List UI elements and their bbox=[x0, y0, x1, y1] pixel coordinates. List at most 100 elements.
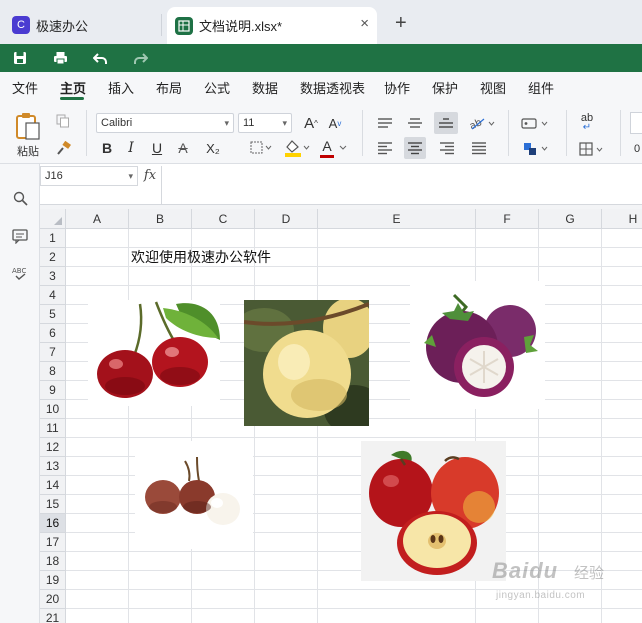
tab-components[interactable]: 组件 bbox=[528, 78, 554, 97]
tab-view[interactable]: 视图 bbox=[480, 78, 506, 97]
paste-icon[interactable] bbox=[12, 110, 44, 142]
row-header[interactable]: 12 bbox=[40, 438, 66, 457]
apples-image[interactable] bbox=[361, 441, 506, 581]
row-header[interactable]: 5 bbox=[40, 305, 66, 324]
tab-insert[interactable]: 插入 bbox=[108, 78, 134, 97]
subscript-button[interactable]: X₂ bbox=[200, 138, 226, 158]
align-left-icon[interactable] bbox=[374, 138, 396, 158]
row-header[interactable]: 20 bbox=[40, 590, 66, 609]
column-header-a[interactable]: A bbox=[66, 209, 129, 229]
tab-document[interactable]: 文档说明.xlsx* × bbox=[167, 7, 377, 44]
left-sidebar: ABC bbox=[0, 164, 40, 623]
underline-button[interactable]: U bbox=[148, 138, 166, 158]
format-painter-icon[interactable] bbox=[54, 140, 72, 158]
align-top-icon[interactable] bbox=[374, 113, 396, 133]
row-header[interactable]: 18 bbox=[40, 552, 66, 571]
align-bottom-icon[interactable] bbox=[434, 112, 458, 134]
row-header-active[interactable]: 16 bbox=[40, 514, 66, 533]
insert-function-button[interactable]: fx bbox=[140, 166, 160, 186]
new-tab-button[interactable]: + bbox=[395, 12, 407, 35]
strikethrough-button[interactable]: A bbox=[174, 138, 192, 158]
font-color-button[interactable]: A bbox=[318, 137, 348, 159]
column-header-d[interactable]: D bbox=[255, 209, 318, 229]
print-icon[interactable] bbox=[50, 48, 70, 68]
row-header[interactable]: 14 bbox=[40, 476, 66, 495]
justify-icon[interactable] bbox=[468, 138, 490, 158]
number-format-icon[interactable] bbox=[518, 112, 552, 134]
row-header[interactable]: 9 bbox=[40, 381, 66, 400]
name-box[interactable]: J16 ▾ bbox=[40, 166, 138, 186]
save-icon[interactable] bbox=[10, 48, 30, 68]
row-header[interactable]: 19 bbox=[40, 571, 66, 590]
lychee-image[interactable] bbox=[135, 441, 253, 549]
tab-home[interactable]: 主页 bbox=[60, 78, 86, 97]
font-name-select[interactable]: Calibri ▾ bbox=[96, 113, 234, 133]
tab-collaborate[interactable]: 协作 bbox=[384, 78, 410, 97]
tab-file[interactable]: 文件 bbox=[12, 78, 38, 97]
baidu-watermark: Baidu 经验 jingyan.baidu.com bbox=[492, 556, 632, 606]
more-tools-icon[interactable] bbox=[630, 112, 642, 134]
cell-reference: J16 bbox=[45, 170, 63, 182]
tab-app-home[interactable]: C 极速办公 bbox=[4, 14, 162, 36]
tab-pivot-table[interactable]: 数据透视表 bbox=[300, 78, 365, 97]
watermark-word: 经验 bbox=[574, 565, 605, 582]
row-header[interactable]: 15 bbox=[40, 495, 66, 514]
chevron-down-icon: ▾ bbox=[282, 118, 287, 128]
row-header[interactable]: 11 bbox=[40, 419, 66, 438]
row-header[interactable]: 3 bbox=[40, 267, 66, 286]
column-header-b[interactable]: B bbox=[129, 209, 192, 229]
row-header[interactable]: 4 bbox=[40, 286, 66, 305]
text-orientation-icon[interactable]: ab bbox=[466, 112, 498, 134]
ribbon-divider bbox=[566, 110, 567, 156]
spellcheck-abc-icon[interactable]: ABC bbox=[10, 264, 30, 284]
row-header[interactable]: 8 bbox=[40, 362, 66, 381]
insert-cells-icon[interactable] bbox=[576, 138, 606, 160]
column-header-f[interactable]: F bbox=[476, 209, 539, 229]
cell-b2-text[interactable]: 欢迎使用极速办公软件 bbox=[131, 247, 271, 267]
borders-icon[interactable] bbox=[248, 139, 274, 157]
chevron-down-icon: ▾ bbox=[224, 118, 229, 128]
row-header[interactable]: 1 bbox=[40, 229, 66, 248]
font-size-select[interactable]: 11 ▾ bbox=[238, 113, 292, 133]
tab-formula[interactable]: 公式 bbox=[204, 78, 230, 97]
column-header-g[interactable]: G bbox=[539, 209, 602, 229]
increase-font-button[interactable]: A ^ bbox=[302, 113, 320, 133]
row-header[interactable]: 6 bbox=[40, 324, 66, 343]
column-header-h[interactable]: H bbox=[602, 209, 642, 229]
cherries-image[interactable] bbox=[88, 300, 220, 406]
watermark-url: jingyan.baidu.com bbox=[496, 590, 586, 601]
fill-color-icon[interactable] bbox=[282, 137, 312, 159]
column-header-c[interactable]: C bbox=[192, 209, 255, 229]
watermark-brand: Baidu bbox=[492, 558, 559, 583]
tab-data[interactable]: 数据 bbox=[252, 78, 278, 97]
align-center-icon[interactable] bbox=[404, 137, 426, 159]
bold-button[interactable]: B bbox=[98, 138, 116, 158]
tab-protect[interactable]: 保护 bbox=[432, 78, 458, 97]
comment-icon[interactable] bbox=[10, 226, 30, 246]
mangosteen-image[interactable] bbox=[410, 281, 545, 409]
title-tab-bar: C 极速办公 文档说明.xlsx* × + bbox=[0, 0, 642, 44]
search-icon[interactable] bbox=[10, 188, 30, 208]
formula-input[interactable] bbox=[162, 166, 642, 204]
italic-button[interactable]: I bbox=[122, 138, 140, 158]
align-right-icon[interactable] bbox=[436, 138, 458, 158]
row-header[interactable]: 7 bbox=[40, 343, 66, 362]
redo-icon[interactable] bbox=[130, 48, 150, 68]
row-header[interactable]: 17 bbox=[40, 533, 66, 552]
paste-label[interactable]: 粘贴 bbox=[12, 144, 44, 158]
undo-icon[interactable] bbox=[90, 48, 110, 68]
column-header-e[interactable]: E bbox=[318, 209, 476, 229]
close-tab-icon[interactable]: × bbox=[360, 15, 369, 32]
cell-style-icon[interactable] bbox=[518, 138, 552, 160]
copy-icon[interactable] bbox=[54, 112, 72, 130]
row-header[interactable]: 2 bbox=[40, 248, 66, 267]
select-all-corner[interactable] bbox=[40, 209, 66, 229]
row-header[interactable]: 21 bbox=[40, 609, 66, 623]
row-header[interactable]: 10 bbox=[40, 400, 66, 419]
tab-layout[interactable]: 布局 bbox=[156, 78, 182, 97]
spellcheck-icon[interactable]: ab ↵ bbox=[576, 112, 598, 134]
row-header[interactable]: 13 bbox=[40, 457, 66, 476]
align-middle-icon[interactable] bbox=[404, 113, 426, 133]
decrease-font-button[interactable]: Av bbox=[326, 113, 344, 133]
yellow-pear-image[interactable] bbox=[244, 300, 369, 426]
